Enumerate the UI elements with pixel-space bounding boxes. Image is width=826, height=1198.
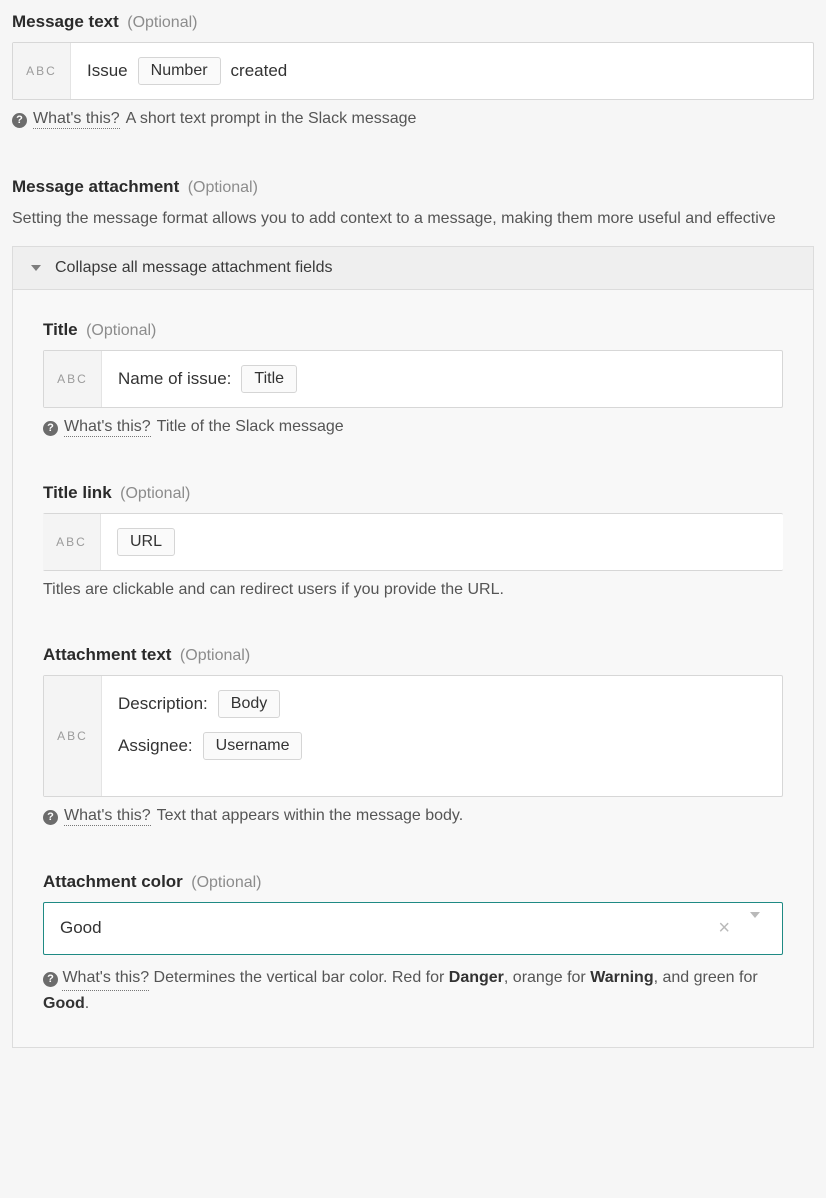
attachment-color-label: Attachment color (Optional) [43,872,783,892]
whats-this-link[interactable]: What's this? [62,965,149,992]
label-optional: (Optional) [127,14,197,31]
message-attachment-label: Message attachment (Optional) [12,177,814,197]
chevron-down-icon[interactable] [740,918,766,938]
title-link-help-desc: Titles are clickable and can redirect us… [43,581,504,599]
attachment-text-input[interactable]: ABC Description: Body Assignee: Username [43,675,783,797]
attachment-text-desc-pre: Description: [118,694,208,714]
title-link-label: Title link (Optional) [43,483,783,503]
question-icon: ? [12,113,27,128]
color-warning: Warning [590,969,653,986]
question-icon: ? [43,421,58,436]
question-icon: ? [43,972,58,987]
attachment-text-help-desc: Text that appears within the message bod… [157,807,464,825]
message-text-label: Message text (Optional) [12,12,814,32]
attachment-text-label: Attachment text (Optional) [43,645,783,665]
abc-icon: ABC [13,43,71,99]
clear-icon[interactable]: × [708,917,740,940]
abc-icon: ABC [44,351,102,407]
title-link-chip-url[interactable]: URL [117,528,175,556]
attachment-color-help: ? What's this? Determines the vertical b… [43,965,783,1017]
whats-this-link[interactable]: What's this? [64,418,151,437]
abc-icon: ABC [44,676,102,796]
color-good: Good [43,995,85,1012]
attachment-color-value: Good [60,918,102,938]
message-text-input[interactable]: ABC Issue Number created [12,42,814,100]
title-chip[interactable]: Title [241,365,297,393]
label-text: Message text [12,12,119,31]
label-text: Message attachment [12,177,179,196]
question-icon: ? [43,810,58,825]
attachment-fields-panel: Title (Optional) ABC Name of issue: Titl… [12,290,814,1048]
title-input[interactable]: ABC Name of issue: Title [43,350,783,408]
label-optional: (Optional) [188,179,258,196]
color-help-pre: Determines the vertical bar color. Red f… [154,969,449,986]
title-label: Title (Optional) [43,320,783,340]
title-link-help: Titles are clickable and can redirect us… [43,581,783,599]
message-text-help-desc: A short text prompt in the Slack message [126,110,417,128]
color-danger: Danger [449,969,504,986]
whats-this-link[interactable]: What's this? [64,807,151,826]
whats-this-link[interactable]: What's this? [33,110,120,129]
title-pre: Name of issue: [118,369,231,389]
attachment-color-select[interactable]: Good × [43,902,783,955]
message-attachment-description: Setting the message format allows you to… [12,207,814,232]
title-link-input[interactable]: ABC URL [43,513,783,571]
attachment-text-chip-username[interactable]: Username [203,732,303,760]
color-mid1: , orange for [504,969,590,986]
title-help: ? What's this? Title of the Slack messag… [43,418,783,437]
collapse-label: Collapse all message attachment fields [55,259,332,277]
attachment-text-assignee-pre: Assignee: [118,736,193,756]
collapse-attachment-fields-button[interactable]: Collapse all message attachment fields [12,246,814,290]
message-text-chip-number[interactable]: Number [138,57,221,85]
message-text-help: ? What's this? A short text prompt in th… [12,110,814,129]
message-text-post: created [231,61,288,81]
attachment-text-chip-body[interactable]: Body [218,690,280,718]
title-help-desc: Title of the Slack message [157,418,344,436]
abc-icon: ABC [43,514,101,570]
attachment-text-help: ? What's this? Text that appears within … [43,807,783,826]
color-mid2: , and green for [654,969,758,986]
color-tail: . [85,995,89,1012]
chevron-down-icon [31,265,41,271]
message-text-pre: Issue [87,61,128,81]
